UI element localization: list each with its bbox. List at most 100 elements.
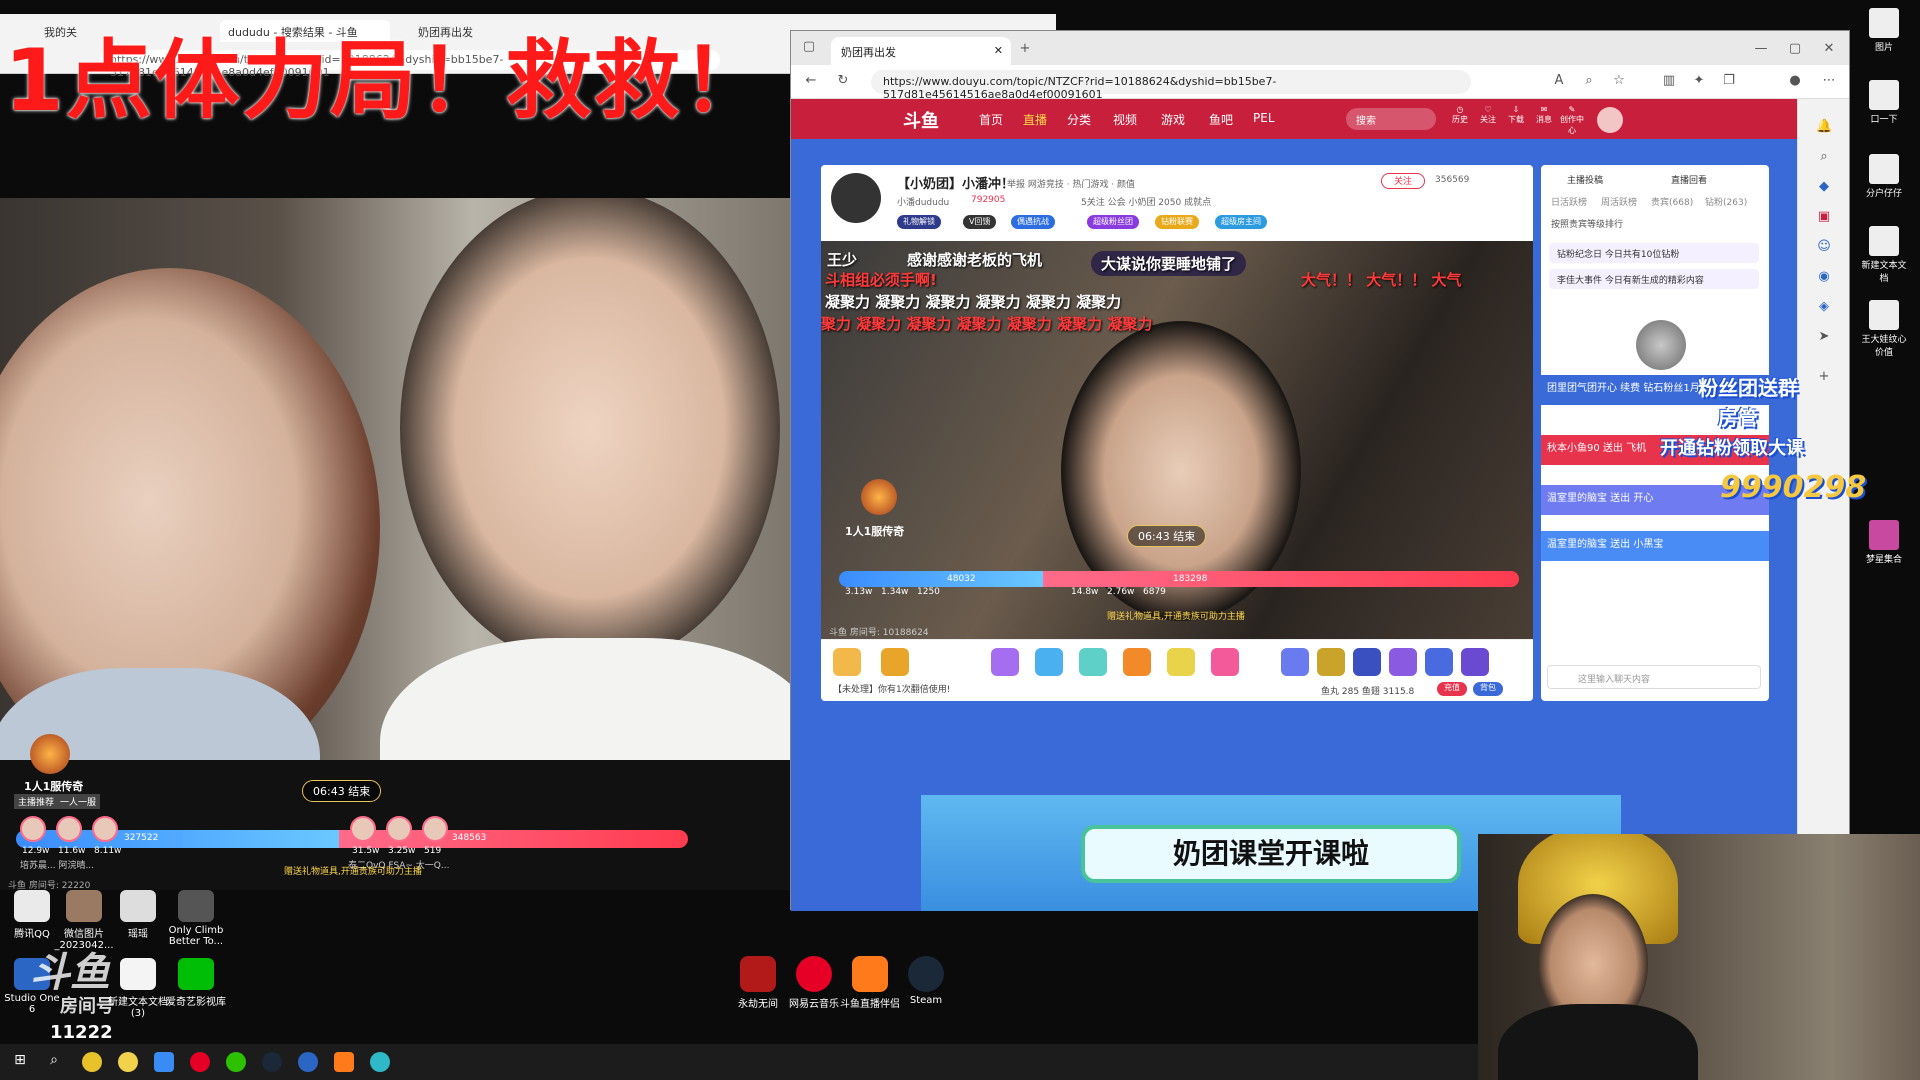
nav-follow-icon[interactable]: ♡ 关注: [1475, 105, 1501, 125]
close-window-icon[interactable]: ✕: [1821, 41, 1837, 57]
desktop-icon-3[interactable]: 分户仔仔: [1858, 154, 1910, 199]
user-sidebar-icon[interactable]: ☺: [1816, 239, 1832, 255]
tag-icon[interactable]: ◆: [1816, 179, 1832, 195]
dock-icon-naraka[interactable]: 永劫无间: [728, 956, 788, 1010]
tab-close-icon[interactable]: ✕: [994, 44, 1003, 57]
gift-11-icon[interactable]: [1425, 648, 1453, 676]
shopping-icon[interactable]: ▣: [1816, 209, 1832, 225]
rank-tab-daily[interactable]: 日活跃榜: [1551, 195, 1587, 208]
desktop-icon-pictures[interactable]: 图片: [1858, 8, 1910, 53]
search-icon[interactable]: ⌕: [44, 1052, 64, 1072]
tag-room-host[interactable]: 超级房主间: [1215, 215, 1267, 229]
zoom-icon[interactable]: ⌕: [1581, 73, 1597, 89]
rank-row-1[interactable]: 钻粉纪念日 今日共有10位钻粉: [1549, 243, 1759, 263]
side-tab-replay[interactable]: 直播回看: [1671, 173, 1707, 186]
desktop-icon-4[interactable]: 新建文本文档: [1858, 226, 1910, 284]
nav-game[interactable]: 游戏: [1161, 111, 1185, 128]
back-icon[interactable]: ←: [803, 73, 819, 89]
gift-1-icon[interactable]: [991, 648, 1019, 676]
tag-gift-unlock[interactable]: 礼物解锁: [897, 215, 941, 229]
task-hall-icon[interactable]: [833, 648, 861, 676]
browser-tab-active[interactable]: 奶团再出发 ✕: [831, 37, 1011, 65]
outlook-icon[interactable]: ◈: [1816, 299, 1832, 315]
desktop-icon-2[interactable]: 口一下: [1858, 80, 1910, 125]
rank-tab-fans[interactable]: 钻粉(263): [1705, 195, 1747, 208]
gift-5-icon[interactable]: [1167, 648, 1195, 676]
follow-button[interactable]: 关注: [1381, 173, 1425, 189]
tag-v-reward[interactable]: V回馈: [963, 215, 997, 229]
netease-music-taskbar-icon[interactable]: [190, 1052, 210, 1072]
recharge-button[interactable]: 充值: [1437, 682, 1467, 696]
extensions-icon[interactable]: ✦: [1691, 73, 1707, 89]
douyu-logo[interactable]: 斗鱼: [903, 107, 939, 133]
new-tab-icon[interactable]: +: [1017, 41, 1033, 57]
collections-icon[interactable]: ❐: [1721, 73, 1737, 89]
minimize-icon[interactable]: —: [1753, 41, 1769, 57]
pk-right-score: 183298: [1173, 574, 1208, 584]
douyu-taskbar-icon[interactable]: [334, 1052, 354, 1072]
tag-fan-group[interactable]: 超级粉丝团: [1087, 215, 1139, 229]
maximize-icon[interactable]: ▢: [1787, 41, 1803, 57]
read-aloud-icon[interactable]: A: [1551, 73, 1567, 89]
treasure-icon[interactable]: [881, 648, 909, 676]
more-icon[interactable]: ⋯: [1821, 73, 1837, 89]
app-yellow-icon[interactable]: [118, 1052, 138, 1072]
nav-history-icon[interactable]: ◷ 历史: [1447, 105, 1473, 125]
rank-tab-weekly[interactable]: 周活跃榜: [1601, 195, 1637, 208]
gift-4-icon[interactable]: [1123, 648, 1151, 676]
tag-league[interactable]: 钻粉联赛: [1155, 215, 1199, 229]
desktop-icon-6[interactable]: 梦星集合: [1858, 520, 1910, 565]
app-blue-icon[interactable]: [154, 1052, 174, 1072]
dock-icon-douyu-companion[interactable]: 斗鱼直播伴侣: [840, 956, 900, 1010]
favorite-icon[interactable]: ☆: [1611, 73, 1627, 89]
gift-12-icon[interactable]: [1461, 648, 1489, 676]
desktop-icon-only-climb[interactable]: Only Climb Better To...: [164, 890, 228, 947]
gift-6-icon[interactable]: [1211, 648, 1239, 676]
desktop-icon-new-text[interactable]: 新建文本文档 (3): [106, 958, 170, 1019]
nav-video[interactable]: 视频: [1113, 111, 1137, 128]
douyu-search-input[interactable]: 搜索: [1346, 108, 1436, 130]
chrome-icon[interactable]: [82, 1052, 102, 1072]
tag-event[interactable]: 偶遇抗战: [1011, 215, 1055, 229]
address-bar[interactable]: https://www.douyu.com/topic/NTZCF?rid=10…: [871, 70, 1471, 101]
gift-7-icon[interactable]: [1281, 648, 1309, 676]
gift-10-icon[interactable]: [1389, 648, 1417, 676]
profile-icon[interactable]: ●: [1787, 73, 1803, 89]
live-video[interactable]: 王少 感谢感谢老板的飞机 大谋说你要睡地铺了 斗相组必须手啊! 凝聚力 凝聚力 …: [821, 241, 1533, 639]
nav-message-icon[interactable]: ✉ 消息: [1531, 105, 1557, 125]
nav-download-icon[interactable]: ⇩ 下载: [1503, 105, 1529, 125]
wechat-icon[interactable]: [226, 1052, 246, 1072]
dock-icon-netease-music[interactable]: 网易云音乐: [784, 956, 844, 1010]
gift-9-icon[interactable]: [1353, 648, 1381, 676]
start-icon[interactable]: ⊞: [10, 1052, 30, 1072]
user-avatar[interactable]: [1597, 107, 1623, 133]
backpack-button[interactable]: 背包: [1473, 682, 1503, 696]
edge-icon[interactable]: [370, 1052, 390, 1072]
nav-category[interactable]: 分类: [1067, 111, 1091, 128]
dock-icon-steam[interactable]: Steam: [896, 956, 956, 1006]
tab-actions-icon[interactable]: ▢: [801, 39, 817, 55]
steam-taskbar-icon[interactable]: [262, 1052, 282, 1072]
app-globe-icon[interactable]: [298, 1052, 318, 1072]
streamer-avatar[interactable]: [831, 173, 881, 223]
side-tab-submit[interactable]: 主播投稿: [1567, 173, 1603, 186]
rank-tab-vip[interactable]: 贵宾(668): [1651, 195, 1693, 208]
rank-row-2[interactable]: 李佳大事件 今日有新生成的精彩内容: [1549, 269, 1759, 289]
desktop-icon-yaoyao[interactable]: 瑶瑶: [106, 890, 170, 940]
search-sidebar-icon[interactable]: ⌕: [1816, 149, 1832, 165]
apps-icon[interactable]: ◉: [1816, 269, 1832, 285]
nav-yuba[interactable]: 鱼吧: [1209, 111, 1233, 128]
gift-2-icon[interactable]: [1035, 648, 1063, 676]
nav-pel[interactable]: PEL: [1253, 111, 1275, 125]
nav-home[interactable]: 首页: [979, 111, 1003, 128]
bell-icon[interactable]: 🔔: [1816, 119, 1832, 135]
gift-3-icon[interactable]: [1079, 648, 1107, 676]
streamer-name[interactable]: 小潘dududu: [897, 195, 949, 208]
split-screen-icon[interactable]: ▥: [1661, 73, 1677, 89]
gift-8-icon[interactable]: [1317, 648, 1345, 676]
chat-input[interactable]: 这里输入聊天内容: [1547, 665, 1761, 689]
nav-creator-icon[interactable]: ✎ 创作中心: [1559, 105, 1585, 136]
desktop-icon-iqiyi[interactable]: 爱奇艺影视库: [164, 958, 228, 1008]
refresh-icon[interactable]: ↻: [835, 73, 851, 89]
nav-live[interactable]: 直播: [1023, 111, 1047, 128]
